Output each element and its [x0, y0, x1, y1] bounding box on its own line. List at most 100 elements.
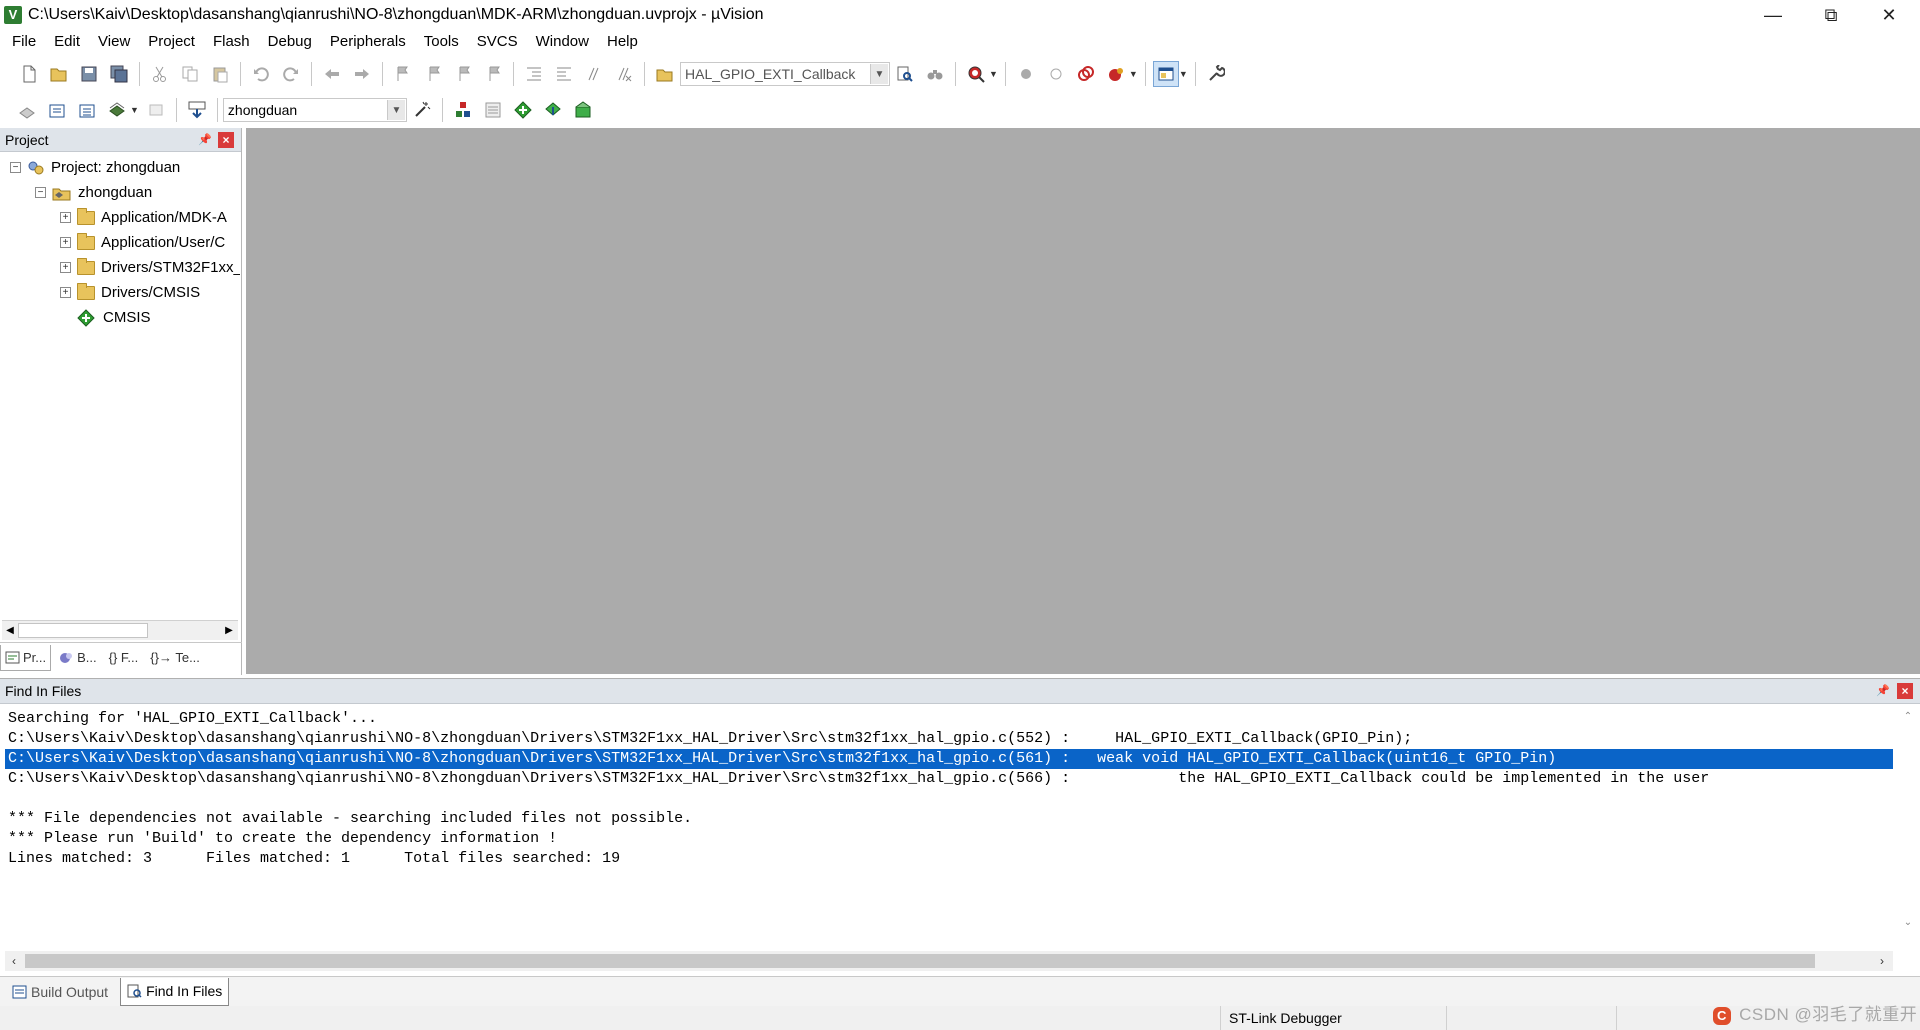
expand-icon[interactable]: +: [60, 262, 71, 273]
close-icon[interactable]: ×: [1897, 683, 1913, 699]
tab-find-in-files[interactable]: Find In Files: [120, 977, 230, 1006]
clear-bookmarks-button[interactable]: [480, 61, 506, 87]
chevron-down-icon[interactable]: ▼: [386, 100, 405, 120]
kill-all-breakpoints-button[interactable]: [1103, 61, 1129, 87]
scroll-right-icon[interactable]: ▶: [222, 623, 236, 639]
menu-svcs[interactable]: SVCS: [468, 30, 527, 54]
manage-rte-button[interactable]: [510, 97, 536, 123]
output-line[interactable]: Searching for 'HAL_GPIO_EXTI_Callback'..…: [5, 709, 1893, 729]
tree-item-group[interactable]: + Application/User/C: [0, 230, 240, 255]
expand-icon[interactable]: +: [60, 212, 71, 223]
menu-flash[interactable]: Flash: [204, 30, 259, 54]
tree-item-target[interactable]: − zhongduan: [0, 180, 240, 205]
output-line[interactable]: *** File dependencies not available - se…: [5, 809, 1893, 829]
scroll-up-icon[interactable]: ⌃: [1901, 711, 1915, 725]
undo-button[interactable]: [248, 61, 274, 87]
chevron-down-icon[interactable]: ▼: [1179, 69, 1188, 79]
menu-peripherals[interactable]: Peripherals: [321, 30, 415, 54]
tab-functions[interactable]: {} F...: [105, 645, 143, 671]
unindent-button[interactable]: [551, 61, 577, 87]
menu-help[interactable]: Help: [598, 30, 647, 54]
copy-button[interactable]: [177, 61, 203, 87]
chevron-down-icon[interactable]: ▼: [1129, 69, 1138, 79]
save-button[interactable]: [76, 61, 102, 87]
expand-icon[interactable]: +: [60, 287, 71, 298]
menu-debug[interactable]: Debug: [259, 30, 321, 54]
tree-item-project-root[interactable]: − Project: zhongduan: [0, 155, 240, 180]
next-bookmark-button[interactable]: [450, 61, 476, 87]
rebuild-button[interactable]: [74, 97, 100, 123]
menu-file[interactable]: File: [0, 30, 45, 54]
pack-installer-button[interactable]: [540, 97, 566, 123]
select-packs-button[interactable]: [480, 97, 506, 123]
save-all-button[interactable]: [106, 61, 132, 87]
scrollbar-thumb[interactable]: [18, 623, 148, 638]
previous-bookmark-button[interactable]: [420, 61, 446, 87]
close-button[interactable]: ✕: [1860, 0, 1918, 30]
project-horizontal-scrollbar[interactable]: ◀ ▶: [2, 620, 238, 640]
menu-project[interactable]: Project: [139, 30, 204, 54]
find-results-output[interactable]: Searching for 'HAL_GPIO_EXTI_Callback'..…: [5, 709, 1893, 935]
chevron-down-icon[interactable]: ▼: [870, 64, 888, 84]
redo-button[interactable]: [278, 61, 304, 87]
new-file-button[interactable]: [16, 61, 42, 87]
insert-breakpoint-button[interactable]: [1013, 61, 1039, 87]
cut-button[interactable]: [147, 61, 173, 87]
pin-icon[interactable]: 📌: [1876, 684, 1890, 698]
expand-icon[interactable]: +: [60, 237, 71, 248]
tab-books[interactable]: B...: [55, 645, 101, 671]
collapse-icon[interactable]: −: [35, 187, 46, 198]
uncomment-button[interactable]: [611, 61, 637, 87]
find-horizontal-scrollbar[interactable]: ‹ ›: [5, 951, 1893, 971]
tree-item-group[interactable]: + Application/MDK-A: [0, 205, 240, 230]
incremental-find-button[interactable]: [922, 61, 948, 87]
comment-button[interactable]: [581, 61, 607, 87]
tab-build-output[interactable]: Build Output: [6, 978, 114, 1006]
find-button[interactable]: [892, 61, 918, 87]
scroll-down-icon[interactable]: ⌄: [1901, 917, 1915, 931]
menu-tools[interactable]: Tools: [415, 30, 468, 54]
tree-item-group[interactable]: + Drivers/STM32F1xx_: [0, 255, 240, 280]
menu-edit[interactable]: Edit: [45, 30, 89, 54]
scroll-left-icon[interactable]: ‹: [7, 953, 21, 969]
stop-build-button[interactable]: [143, 97, 169, 123]
target-select[interactable]: zhongduan ▼: [222, 98, 407, 122]
build-button[interactable]: [44, 97, 70, 123]
find-in-files-button[interactable]: [652, 61, 678, 87]
scroll-right-icon[interactable]: ›: [1875, 953, 1889, 969]
insert-bookmark-button[interactable]: [390, 61, 416, 87]
tab-project[interactable]: Pr...: [0, 644, 52, 671]
options-for-target-button[interactable]: [409, 97, 435, 123]
find-vertical-scrollbar[interactable]: ⌃ ⌄: [1898, 709, 1918, 935]
editor-area[interactable]: [246, 128, 1920, 674]
download-button[interactable]: [184, 97, 210, 123]
configure-button[interactable]: [1203, 61, 1229, 87]
close-icon[interactable]: ×: [218, 132, 234, 148]
navigate-back-button[interactable]: [319, 61, 345, 87]
output-line[interactable]: Lines matched: 3 Files matched: 1 Total …: [5, 849, 1893, 869]
navigate-forward-button[interactable]: [349, 61, 375, 87]
find-combo[interactable]: HAL_GPIO_EXTI_Callback ▼: [680, 62, 890, 86]
debug-session-button[interactable]: [963, 61, 989, 87]
open-file-button[interactable]: [46, 61, 72, 87]
output-line-selected[interactable]: C:\Users\Kaiv\Desktop\dasanshang\qianrus…: [5, 749, 1893, 769]
window-layout-button[interactable]: [1152, 61, 1179, 87]
pin-icon[interactable]: 📌: [198, 133, 212, 147]
output-line[interactable]: *** Please run 'Build' to create the dep…: [5, 829, 1893, 849]
manage-project-items-button[interactable]: [450, 97, 476, 123]
batch-build-button[interactable]: [104, 97, 130, 123]
disable-all-breakpoints-button[interactable]: [1073, 61, 1099, 87]
tab-templates[interactable]: {}→ Te...: [146, 645, 204, 671]
restore-button[interactable]: ⧉: [1802, 0, 1860, 30]
paste-button[interactable]: [207, 61, 233, 87]
chevron-down-icon[interactable]: ▼: [130, 105, 139, 115]
disable-breakpoint-button[interactable]: [1043, 61, 1069, 87]
output-line[interactable]: C:\Users\Kaiv\Desktop\dasanshang\qianrus…: [5, 769, 1893, 789]
scrollbar-thumb[interactable]: [25, 954, 1815, 968]
indent-button[interactable]: [521, 61, 547, 87]
scroll-left-icon[interactable]: ◀: [3, 623, 17, 639]
tree-item-group[interactable]: + Drivers/CMSIS: [0, 280, 240, 305]
output-line[interactable]: C:\Users\Kaiv\Desktop\dasanshang\qianrus…: [5, 729, 1893, 749]
minimize-button[interactable]: —: [1744, 0, 1802, 30]
menu-window[interactable]: Window: [527, 30, 598, 54]
